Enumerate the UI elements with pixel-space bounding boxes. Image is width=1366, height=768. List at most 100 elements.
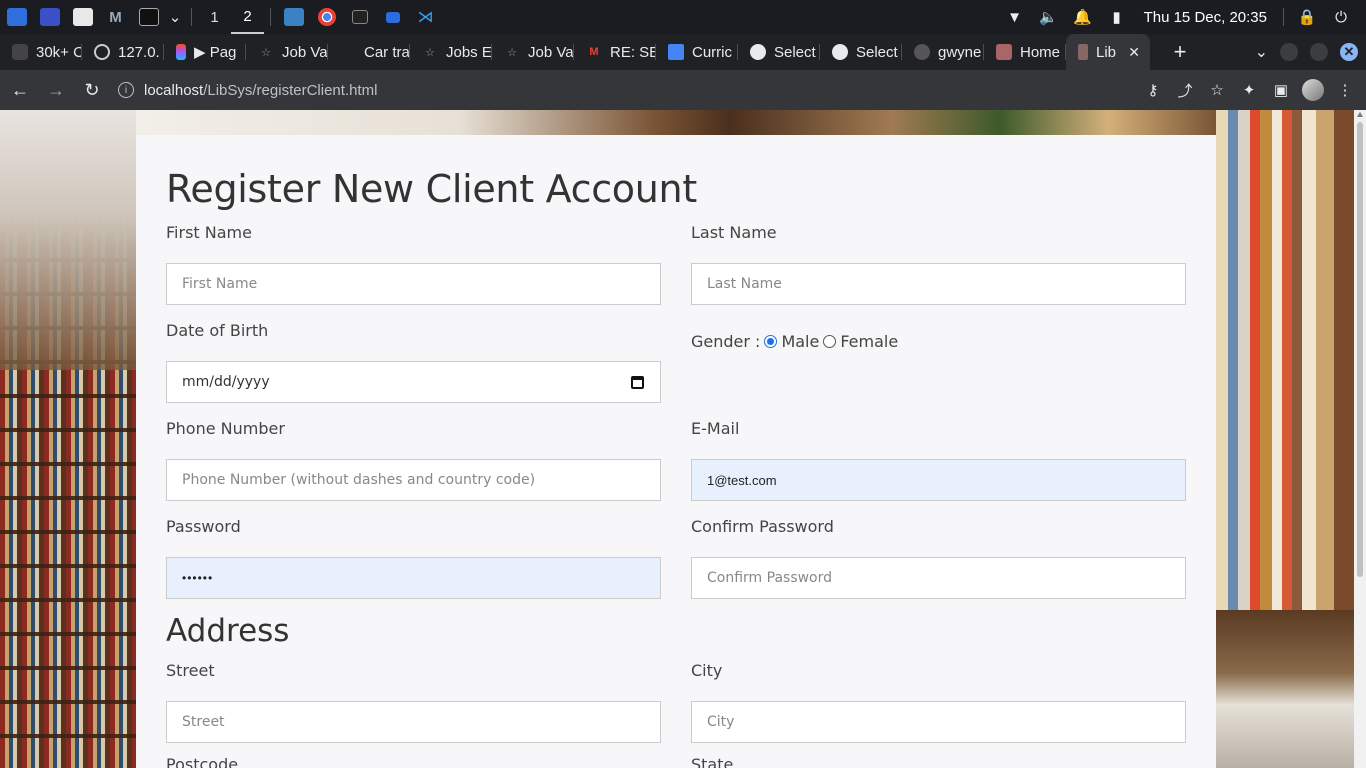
- terminal-window-icon[interactable]: [343, 0, 376, 34]
- gender-male-radio[interactable]: [764, 335, 778, 348]
- globe-icon: [94, 44, 110, 60]
- city-label: City: [691, 661, 723, 680]
- key-icon[interactable]: ⚷: [1140, 77, 1166, 103]
- browser-tab[interactable]: ☆ Jobs E: [410, 34, 492, 70]
- email-input[interactable]: 1@test.com: [691, 459, 1186, 501]
- calendar-icon[interactable]: [631, 375, 644, 389]
- gender-label: Gender :: [691, 332, 761, 351]
- gender-male-label[interactable]: Male: [781, 332, 819, 351]
- star-icon: ☆: [425, 46, 435, 59]
- browser-tab[interactable]: gwyne: [902, 34, 984, 70]
- chevron-down-icon[interactable]: ⌄: [165, 0, 185, 34]
- bell-icon[interactable]: 🔔: [1066, 0, 1100, 34]
- workspace-1[interactable]: 1: [198, 0, 231, 34]
- state-group: State: [691, 755, 1186, 768]
- email-label: E-Mail: [691, 419, 740, 438]
- last-name-group: Last Name Last Name: [691, 223, 1186, 305]
- city-input[interactable]: City: [691, 701, 1186, 743]
- bookshelf-background-image: [1216, 610, 1366, 768]
- gender-female-label[interactable]: Female: [840, 332, 898, 351]
- app-window-icon[interactable]: [376, 0, 409, 34]
- postcode-group: Postcode: [166, 755, 661, 768]
- close-tab-icon[interactable]: ✕: [1128, 44, 1140, 61]
- phone-input[interactable]: Phone Number (without dashes and country…: [166, 459, 661, 501]
- gender-female-radio[interactable]: [823, 335, 837, 348]
- street-group: Street Street: [166, 661, 661, 743]
- share-icon[interactable]: ⤴: [1172, 77, 1198, 103]
- clock[interactable]: Thu 15 Dec, 20:35: [1134, 9, 1277, 26]
- address-bar[interactable]: i localhost/LibSys/registerClient.html: [118, 74, 1140, 106]
- site-info-icon[interactable]: i: [118, 82, 134, 98]
- postcode-label: Postcode: [166, 755, 239, 768]
- forward-button[interactable]: →: [40, 74, 72, 106]
- browser-toolbar: ← → ↻ i localhost/LibSys/registerClient.…: [0, 70, 1366, 110]
- browser-tab[interactable]: M RE: SE: [574, 34, 656, 70]
- gender-group: Gender : Male Female: [691, 332, 898, 351]
- wifi-icon[interactable]: ▼: [998, 0, 1032, 34]
- last-name-label: Last Name: [691, 223, 777, 242]
- app-icon[interactable]: [277, 0, 310, 34]
- browser-tab-active[interactable]: Lib ✕: [1066, 34, 1150, 70]
- gmail-icon: M: [589, 46, 599, 58]
- app-launcher-icon[interactable]: [0, 0, 33, 34]
- register-form-card: Register New Client Account First Name F…: [136, 135, 1216, 768]
- lock-icon[interactable]: 🔒: [1290, 0, 1324, 34]
- page-scrollbar[interactable]: [1354, 110, 1366, 768]
- phone-label: Phone Number: [166, 419, 285, 438]
- confirm-password-label: Confirm Password: [691, 517, 834, 536]
- scrollbar-thumb[interactable]: [1357, 122, 1363, 577]
- chrome-icon[interactable]: [310, 0, 343, 34]
- figma-icon: [176, 44, 186, 60]
- email-group: E-Mail 1@test.com: [691, 419, 1186, 501]
- divider: [1283, 8, 1284, 26]
- divider: [270, 8, 271, 26]
- city-group: City City: [691, 661, 1186, 743]
- reload-button[interactable]: ↻: [76, 74, 108, 106]
- side-panel-icon[interactable]: ▣: [1268, 77, 1294, 103]
- last-name-input[interactable]: Last Name: [691, 263, 1186, 305]
- browser-tab[interactable]: Car tra: [328, 34, 410, 70]
- browser-tab[interactable]: 127.0.: [82, 34, 164, 70]
- browser-tab[interactable]: Select: [820, 34, 902, 70]
- battery-icon[interactable]: ▮: [1100, 0, 1134, 34]
- confirm-password-input[interactable]: Confirm Password: [691, 557, 1186, 599]
- extensions-icon[interactable]: ✦: [1236, 77, 1262, 103]
- dob-group: Date of Birth mm/dd/yyyy: [166, 321, 661, 403]
- password-label: Password: [166, 517, 241, 536]
- browser-tab[interactable]: ☆ Job Va: [246, 34, 328, 70]
- volume-icon[interactable]: 🔈: [1032, 0, 1066, 34]
- power-icon[interactable]: ⏻: [1324, 0, 1358, 34]
- workspace-2[interactable]: 2: [231, 0, 264, 34]
- browser-tab[interactable]: Select: [738, 34, 820, 70]
- maximize-button[interactable]: [1310, 43, 1328, 61]
- metasploit-icon[interactable]: M: [99, 0, 132, 34]
- close-window-button[interactable]: ✕: [1340, 43, 1358, 61]
- minimize-button[interactable]: [1280, 43, 1298, 61]
- scroll-up-arrow-icon[interactable]: [1357, 112, 1363, 117]
- first-name-input[interactable]: First Name: [166, 263, 661, 305]
- library-background-image: [136, 110, 1216, 136]
- back-button[interactable]: ←: [4, 74, 36, 106]
- browser-tab[interactable]: Home: [984, 34, 1066, 70]
- browser-tab[interactable]: 30k+ C: [0, 34, 82, 70]
- profile-avatar[interactable]: [1300, 77, 1326, 103]
- tab-search-chevron-icon[interactable]: ⌄: [1255, 42, 1268, 62]
- menu-kebab-icon[interactable]: ⋮: [1332, 77, 1358, 103]
- browser-tab[interactable]: ☆ Job Va: [492, 34, 574, 70]
- vscode-icon[interactable]: ⋊: [409, 0, 442, 34]
- desktop-icon[interactable]: [33, 0, 66, 34]
- tab-favicon-icon: [12, 44, 28, 60]
- new-tab-button[interactable]: +: [1160, 34, 1200, 70]
- terminal-icon[interactable]: [132, 0, 165, 34]
- file-manager-icon[interactable]: [66, 0, 99, 34]
- street-input[interactable]: Street: [166, 701, 661, 743]
- browser-tab[interactable]: Curric: [656, 34, 738, 70]
- dob-input[interactable]: mm/dd/yyyy: [166, 361, 661, 403]
- confirm-password-group: Confirm Password Confirm Password: [691, 517, 1186, 599]
- password-input[interactable]: ••••••: [166, 557, 661, 599]
- street-label: Street: [166, 661, 215, 680]
- github-icon: [914, 44, 930, 60]
- first-name-group: First Name First Name: [166, 223, 661, 305]
- bookmark-star-icon[interactable]: ☆: [1204, 77, 1230, 103]
- browser-tab[interactable]: ▶ Pag: [164, 34, 246, 70]
